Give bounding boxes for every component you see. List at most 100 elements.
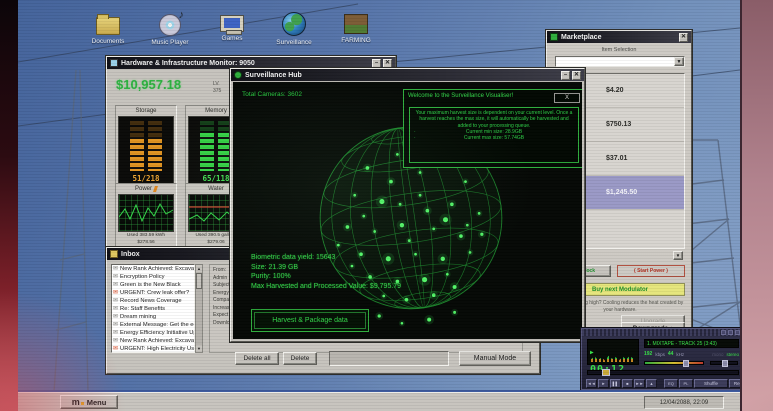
previous-track-icon[interactable]: ◄◄ — [586, 379, 597, 388]
camera-dot[interactable] — [432, 293, 436, 297]
taskbar-clock[interactable]: 12/04/2088, 22:09 — [644, 396, 724, 409]
item-selector-dropdown[interactable]: ▼ — [555, 56, 685, 67]
repeat-button[interactable]: Rep — [729, 379, 740, 388]
desktop-icon-music-player[interactable]: Music Player — [146, 12, 194, 46]
email-row[interactable]: ✉Record News Coverage — [112, 297, 194, 305]
close-icon[interactable]: ✕ — [679, 33, 688, 42]
email-row[interactable]: ✉Energy Efficiency Initiative Upd... — [112, 329, 194, 337]
minimize-icon[interactable] — [721, 330, 726, 335]
camera-dot[interactable] — [419, 194, 422, 197]
scroll-up-icon[interactable]: ▲ — [196, 265, 202, 272]
pause-icon[interactable]: ▌▌ — [610, 379, 621, 388]
camera-dot[interactable] — [379, 199, 384, 204]
scroll-down-icon[interactable]: ▼ — [196, 345, 202, 352]
minimize-icon[interactable]: – — [372, 59, 381, 68]
volume-slider[interactable] — [644, 361, 704, 365]
play-icon[interactable]: ► — [598, 379, 609, 388]
camera-dot[interactable] — [466, 224, 469, 227]
camera-dot[interactable] — [337, 244, 340, 247]
harvest-package-button[interactable]: Harvest & Package data — [251, 309, 369, 332]
camera-dot[interactable] — [432, 227, 435, 230]
seek-slider[interactable] — [587, 370, 739, 375]
item-price: $4.20 — [606, 87, 624, 94]
camera-dot[interactable] — [453, 285, 457, 289]
camera-dot[interactable] — [346, 225, 350, 229]
camera-dot[interactable] — [450, 202, 454, 206]
camera-dot[interactable] — [396, 153, 399, 156]
hardware-monitor-icon — [110, 59, 118, 67]
camera-dot[interactable] — [373, 230, 376, 233]
camera-dot[interactable] — [459, 234, 463, 238]
email-row[interactable]: ✉New Rank Achieved: Excavato... — [112, 265, 194, 273]
chevron-down-icon[interactable]: ▼ — [674, 57, 684, 66]
wall-left-edge — [0, 0, 18, 411]
balance-slider[interactable] — [710, 361, 738, 365]
desktop-icon-games[interactable]: Games — [208, 12, 256, 46]
minimize-icon[interactable]: – — [561, 71, 570, 80]
menu-button[interactable]: m Menu — [60, 395, 118, 409]
camera-dot[interactable] — [453, 311, 456, 314]
close-icon[interactable]: ✕ — [572, 71, 581, 80]
camera-dot[interactable] — [464, 180, 467, 183]
dialog-close-button[interactable]: X — [554, 93, 580, 103]
camera-dot[interactable] — [443, 217, 448, 222]
next-track-icon[interactable]: ►► — [634, 379, 645, 388]
email-row[interactable]: ✉Re: Staff Benefits — [112, 305, 194, 313]
camera-dot[interactable] — [408, 239, 411, 242]
email-row[interactable]: ✉Green is the New Black — [112, 281, 194, 289]
email-row[interactable]: ✉URGENT: High Electricity Usage — [112, 345, 194, 353]
playlist-toggle[interactable]: PL — [679, 379, 693, 388]
marketplace-titlebar[interactable]: Marketplace ✕ — [547, 31, 691, 43]
scrollbar-thumb[interactable] — [196, 273, 202, 289]
camera-dot[interactable] — [378, 314, 381, 317]
camera-dot[interactable] — [366, 166, 370, 170]
camera-dot[interactable] — [353, 194, 356, 197]
surveillance-titlebar[interactable]: Surveillance Hub –✕ — [231, 69, 584, 81]
player-titlebar[interactable] — [582, 329, 740, 336]
power-used: Used 383.59 kWh — [118, 233, 174, 239]
desktop-icon-surveillance[interactable]: Surveillance — [270, 12, 318, 46]
camera-dot[interactable] — [362, 215, 365, 218]
shade-icon[interactable] — [728, 330, 733, 335]
manual-mode-button[interactable]: Manual Mode — [459, 351, 531, 366]
welcome-dialog: Welcome to the Surveillance Visualiser! … — [403, 89, 582, 168]
email-row[interactable]: ✉New Rank Achieved: Excavato... — [112, 337, 194, 345]
camera-dot[interactable] — [426, 209, 430, 213]
camera-dot[interactable] — [405, 298, 409, 302]
email-row[interactable]: ✉Dream mining — [112, 313, 194, 321]
camera-dot[interactable] — [419, 171, 422, 174]
desktop-icon-documents[interactable]: Documents — [84, 12, 132, 46]
email-subject: New Rank Achieved: Excavato... — [120, 338, 194, 344]
shuffle-button[interactable]: Shuffle — [694, 379, 728, 388]
camera-dot[interactable] — [478, 212, 481, 215]
stop-icon[interactable]: ■ — [622, 379, 633, 388]
desktop-icon-farming[interactable]: FARMING — [332, 12, 380, 46]
desktop-icon-label: Games — [208, 35, 256, 42]
email-row[interactable]: ✉Encryption Policy — [112, 273, 194, 281]
camera-dot[interactable] — [399, 203, 402, 206]
player-lcd: ▶ 00:12 — [587, 339, 639, 365]
camera-dot[interactable] — [469, 251, 472, 254]
camera-dot[interactable] — [389, 180, 393, 184]
camera-dot[interactable] — [382, 295, 385, 298]
email-row[interactable]: ✉URGENT: Crew leak offer? — [112, 289, 194, 297]
camera-dot[interactable] — [480, 233, 483, 236]
start-power-button[interactable]: ( Start Power ) — [617, 265, 685, 277]
camera-dot[interactable] — [446, 273, 449, 276]
camera-dot[interactable] — [427, 318, 431, 322]
email-row[interactable]: ✉External Message: Get the edge... — [112, 321, 194, 329]
camera-dot[interactable] — [414, 253, 417, 256]
camera-dot[interactable] — [400, 223, 404, 227]
eject-icon[interactable]: ▲ — [646, 379, 657, 388]
email-scrollbar[interactable]: ▲ ▼ — [195, 264, 203, 353]
camera-dot[interactable] — [441, 257, 445, 261]
delete-button[interactable]: Delete — [283, 352, 317, 365]
delete-all-button[interactable]: Delete all — [235, 352, 279, 365]
close-icon[interactable]: ✕ — [383, 59, 392, 68]
item-price: $37.01 — [606, 155, 627, 162]
desktop-icon-label: Music Player — [146, 39, 194, 46]
eq-toggle[interactable]: EQ — [664, 379, 678, 388]
camera-dot[interactable] — [401, 322, 404, 325]
scroll-down-icon[interactable]: ▼ — [673, 251, 683, 260]
camera-dot[interactable] — [422, 277, 427, 282]
